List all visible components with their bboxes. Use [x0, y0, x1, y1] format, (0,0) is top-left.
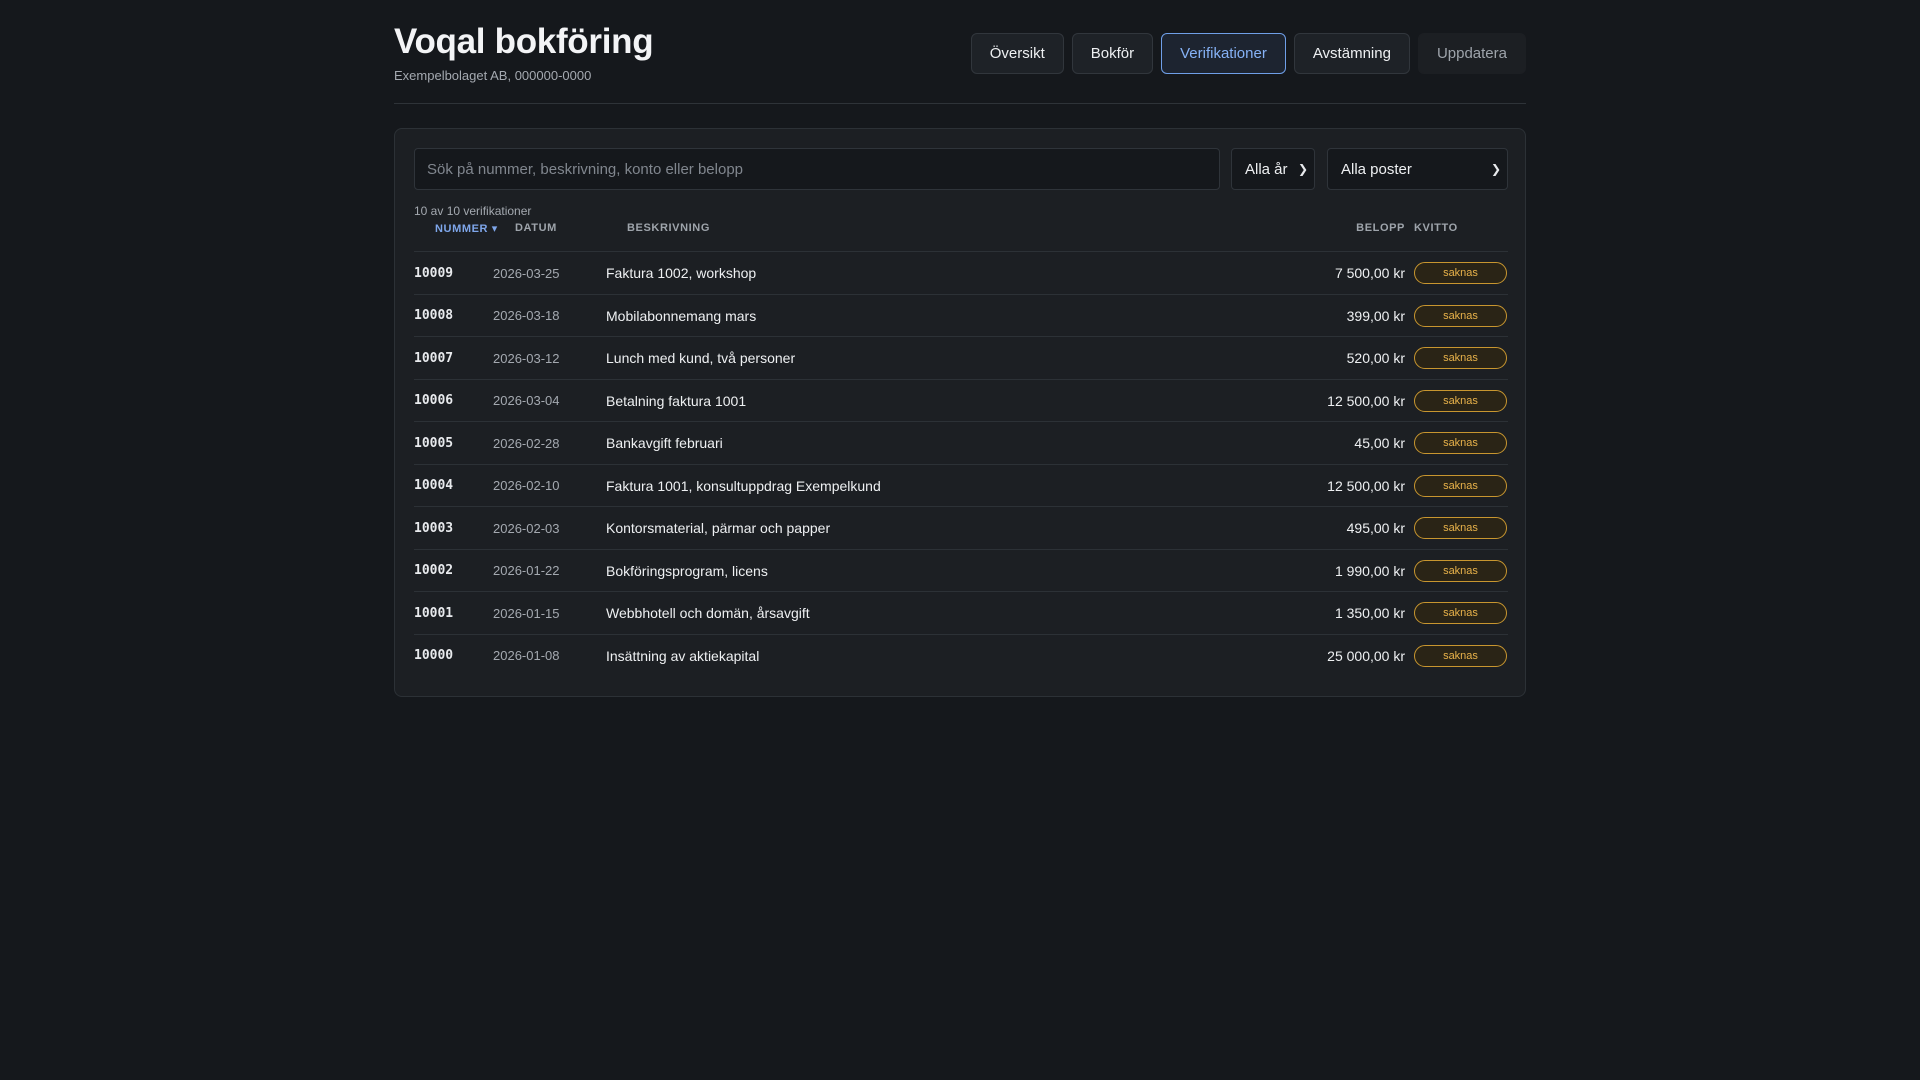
- posts-select[interactable]: Alla poster ❯: [1327, 148, 1508, 190]
- table-row[interactable]: 10001 2026-01-15 Webbhotell och domän, å…: [414, 592, 1508, 635]
- table-row[interactable]: 10004 2026-02-10 Faktura 1001, konsultup…: [414, 465, 1508, 507]
- verification-date: 2026-03-25: [493, 265, 560, 281]
- verification-amount: 12 500,00 kr: [1327, 477, 1405, 494]
- table-row[interactable]: 10009 2026-03-25 Faktura 1002, workshop …: [414, 252, 1508, 295]
- verification-number: 10006: [414, 393, 454, 408]
- column-header-amount[interactable]: BELOPP: [1356, 222, 1405, 234]
- app-container: Voqal bokföring Exempelbolaget AB, 00000…: [394, 0, 1526, 697]
- verification-amount: 495,00 kr: [1346, 520, 1405, 536]
- verification-number: 10008: [414, 308, 454, 323]
- verification-description: Webbhotell och domän, årsavgift: [606, 605, 810, 621]
- receipt-status-badge[interactable]: saknas: [1414, 474, 1507, 497]
- table-row[interactable]: 10005 2026-02-28 Bankavgift februari 45,…: [414, 422, 1508, 465]
- verification-amount: 25 000,00 kr: [1327, 647, 1405, 664]
- verification-date: 2026-01-22: [493, 563, 560, 578]
- verification-date: 2026-01-15: [493, 605, 560, 621]
- year-select-value: Alla år: [1245, 160, 1288, 178]
- table-row[interactable]: 10002 2026-01-22 Bokföringsprogram, lice…: [414, 550, 1508, 592]
- verification-number: 10000: [414, 648, 454, 663]
- column-header-number-label: NUMMER: [435, 223, 489, 235]
- posts-select-value: Alla poster: [1341, 160, 1412, 178]
- receipt-cell: saknas: [1414, 252, 1507, 294]
- receipt-status-badge[interactable]: saknas: [1414, 559, 1507, 582]
- receipt-status-badge[interactable]: saknas: [1414, 602, 1507, 624]
- verification-date: 2026-02-03: [493, 520, 560, 536]
- verification-number: 10004: [414, 478, 454, 493]
- verification-amount: 7 500,00 kr: [1334, 265, 1405, 281]
- nav-avstamning-button[interactable]: Avstämning: [1293, 33, 1410, 74]
- receipt-cell: saknas: [1414, 380, 1507, 422]
- verification-number: 10007: [414, 350, 454, 366]
- receipt-status-badge[interactable]: saknas: [1414, 262, 1507, 284]
- column-header-date[interactable]: DATUM: [515, 222, 557, 234]
- receipt-cell: saknas: [1414, 422, 1507, 464]
- verification-description: Mobilabonnemang mars: [606, 307, 757, 324]
- verification-number: 10001: [414, 605, 454, 621]
- refresh-button[interactable]: Uppdatera: [1417, 33, 1526, 74]
- table-body: 10009 2026-03-25 Faktura 1002, workshop …: [414, 252, 1508, 677]
- verifications-panel: Sök på nummer, beskrivning, konto eller …: [394, 128, 1526, 697]
- table-row[interactable]: 10008 2026-03-18 Mobilabonnemang mars 39…: [414, 295, 1508, 337]
- verification-number: 10009: [414, 265, 454, 281]
- receipt-status-badge[interactable]: saknas: [1414, 304, 1507, 327]
- table-row[interactable]: 10000 2026-01-08 Insättning av aktiekapi…: [414, 635, 1508, 678]
- verification-date: 2026-03-18: [493, 308, 560, 323]
- company-subtitle: Exempelbolaget AB, 000000-0000: [394, 68, 592, 83]
- column-header-number[interactable]: NUMMER ▾: [435, 222, 498, 235]
- verification-amount: 1 990,00 kr: [1334, 562, 1405, 579]
- receipt-status-badge[interactable]: saknas: [1414, 432, 1507, 454]
- receipt-cell: saknas: [1414, 507, 1507, 549]
- table-row[interactable]: 10006 2026-03-04 Betalning faktura 1001 …: [414, 380, 1508, 422]
- verification-description: Faktura 1002, workshop: [606, 265, 757, 281]
- verification-amount: 520,00 kr: [1346, 350, 1405, 366]
- search-input[interactable]: Sök på nummer, beskrivning, konto eller …: [414, 148, 1220, 190]
- verification-description: Bokföringsprogram, licens: [606, 562, 768, 579]
- verification-amount: 399,00 kr: [1346, 307, 1405, 324]
- verification-description: Insättning av aktiekapital: [606, 647, 760, 664]
- result-count: 10 av 10 verifikationer: [414, 204, 532, 218]
- receipt-cell: saknas: [1414, 550, 1507, 592]
- verification-description: Faktura 1001, konsultuppdrag Exempelkund: [606, 477, 881, 494]
- nav-bokfor-button[interactable]: Bokför: [1071, 33, 1154, 74]
- receipt-cell: saknas: [1414, 592, 1507, 634]
- verification-description: Betalning faktura 1001: [606, 392, 747, 409]
- verification-date: 2026-02-28: [493, 435, 560, 451]
- receipt-status-badge[interactable]: saknas: [1414, 517, 1507, 539]
- verification-amount: 1 350,00 kr: [1334, 605, 1405, 621]
- column-header-description[interactable]: BESKRIVNING: [627, 222, 710, 234]
- verification-date: 2026-03-04: [493, 393, 560, 408]
- page-header: Voqal bokföring Exempelbolaget AB, 00000…: [394, 0, 1526, 104]
- table-row[interactable]: 10007 2026-03-12 Lunch med kund, två per…: [414, 337, 1508, 380]
- year-select[interactable]: Alla år ❯: [1231, 148, 1315, 190]
- verification-date: 2026-02-10: [493, 478, 560, 493]
- verification-description: Lunch med kund, två personer: [606, 350, 796, 366]
- column-header-receipt[interactable]: KVITTO: [1414, 222, 1458, 234]
- verification-date: 2026-01-08: [493, 648, 560, 663]
- sort-desc-icon: ▾: [491, 223, 498, 235]
- nav-verifikationer-button[interactable]: Verifikationer: [1161, 33, 1286, 74]
- verification-description: Bankavgift februari: [606, 435, 723, 451]
- chevron-down-icon: ❯: [1297, 162, 1308, 176]
- receipt-cell: saknas: [1414, 295, 1507, 337]
- chevron-down-icon: ❯: [1490, 162, 1501, 176]
- verification-amount: 12 500,00 kr: [1327, 392, 1405, 409]
- receipt-cell: saknas: [1414, 337, 1507, 379]
- verification-number: 10002: [414, 563, 454, 578]
- search-placeholder: Sök på nummer, beskrivning, konto eller …: [427, 160, 744, 178]
- verification-number: 10003: [414, 520, 454, 536]
- main-nav: Översikt Bokför Verifikationer Avstämnin…: [970, 33, 1526, 74]
- table-header: NUMMER ▾ DATUM BESKRIVNING BELOPP KVITTO: [414, 222, 1508, 252]
- receipt-status-badge[interactable]: saknas: [1414, 389, 1507, 412]
- verification-date: 2026-03-12: [493, 350, 560, 366]
- verification-amount: 45,00 kr: [1354, 435, 1405, 451]
- page-title: Voqal bokföring: [394, 22, 654, 61]
- receipt-status-badge[interactable]: saknas: [1414, 347, 1507, 369]
- receipt-status-badge[interactable]: saknas: [1414, 644, 1507, 667]
- nav-oversikt-button[interactable]: Översikt: [970, 33, 1064, 74]
- receipt-cell: saknas: [1414, 465, 1507, 507]
- verification-description: Kontorsmaterial, pärmar och papper: [606, 520, 831, 536]
- verification-number: 10005: [414, 435, 454, 451]
- receipt-cell: saknas: [1414, 635, 1507, 677]
- table-row[interactable]: 10003 2026-02-03 Kontorsmaterial, pärmar…: [414, 507, 1508, 550]
